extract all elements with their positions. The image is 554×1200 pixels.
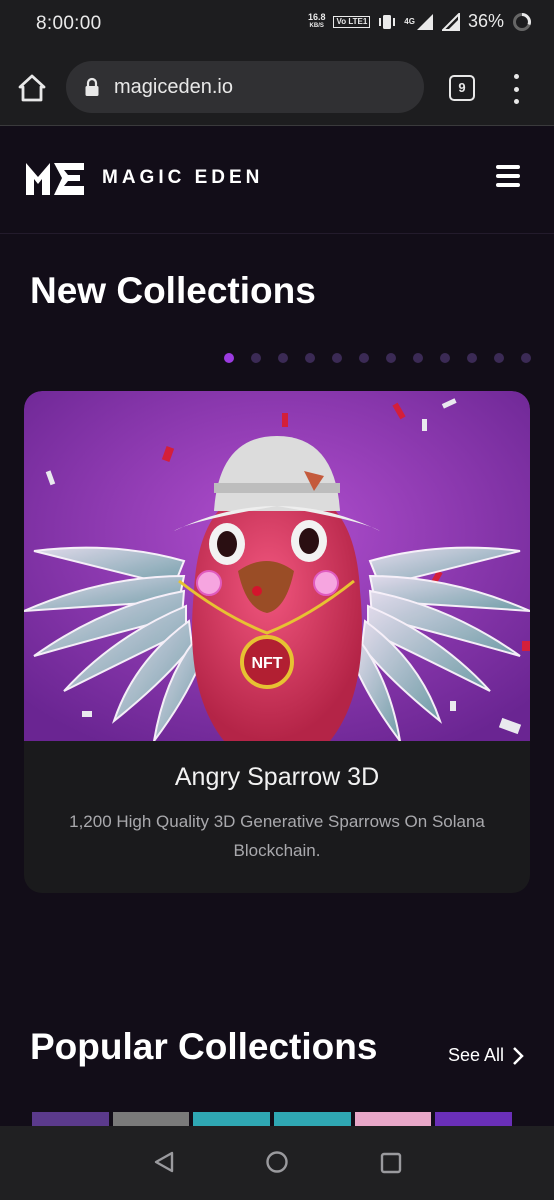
status-time: 8:00:00 (36, 13, 102, 34)
see-all-label: See All (448, 1045, 505, 1065)
home-circle-icon[interactable] (265, 1150, 289, 1174)
popular-collections-title: Popular Collections (30, 1026, 378, 1067)
signal-icon (441, 12, 460, 31)
lock-icon (85, 77, 99, 96)
carousel-dot[interactable] (521, 353, 531, 363)
collection-description: 1,200 High Quality 3D Generative Sparrow… (69, 812, 485, 860)
home-icon[interactable] (16, 72, 48, 104)
browser-menu-icon[interactable] (506, 74, 526, 104)
status-bar: 8:00:00 16.8 KB/S Vo LTE1 4G 36% (0, 0, 554, 48)
carousel-dot[interactable] (386, 353, 396, 363)
nft-badge-text: NFT (251, 655, 282, 672)
carousel-dots (224, 353, 531, 363)
battery-icon (513, 12, 531, 31)
see-all-link[interactable]: See All (448, 1045, 524, 1066)
address-bar[interactable]: magiceden.io (66, 61, 424, 113)
battery-percent: 36% (467, 11, 504, 31)
carousel-dot[interactable] (278, 353, 288, 363)
magic-eden-logo-icon (26, 163, 84, 195)
carousel-dot[interactable] (305, 353, 315, 363)
system-navigation-bar (0, 1126, 554, 1200)
carousel-dot[interactable] (440, 353, 450, 363)
tab-switcher-button[interactable]: 9 (449, 75, 475, 101)
status-icons: 16.8 KB/S Vo LTE1 4G 36% (308, 11, 532, 32)
back-icon[interactable] (152, 1150, 176, 1174)
featured-collection-card[interactable]: NFT Angry Sparrow 3D 1,200 High Quality … (24, 391, 530, 893)
carousel-dot[interactable] (359, 353, 369, 363)
network-speed: 16.8 KB/S (307, 11, 326, 29)
vibrate-icon (379, 14, 396, 29)
recent-apps-icon[interactable] (380, 1152, 402, 1174)
volte-icon: Vo LTE1 (333, 15, 371, 28)
carousel-dot[interactable] (413, 353, 423, 363)
hamburger-menu-icon[interactable] (496, 165, 520, 187)
new-collections-title: New Collections (30, 270, 316, 311)
browser-toolbar: magiceden.io 9 (0, 48, 554, 126)
collection-name: Angry Sparrow 3D (174, 763, 380, 791)
carousel-dot[interactable] (467, 353, 477, 363)
carousel-dot[interactable] (224, 353, 234, 363)
brand-logo[interactable]: MAGIC EDEN (24, 159, 263, 197)
url-text: magiceden.io (114, 76, 233, 98)
collection-image: NFT (24, 391, 530, 741)
signal-4g-icon: 4G (404, 13, 434, 31)
carousel-dot[interactable] (251, 353, 261, 363)
site-header: MAGIC EDEN (0, 127, 554, 234)
carousel-dot[interactable] (332, 353, 342, 363)
chevron-right-icon (513, 1046, 524, 1065)
carousel-dot[interactable] (494, 353, 504, 363)
brand-name: MAGIC EDEN (102, 167, 264, 188)
